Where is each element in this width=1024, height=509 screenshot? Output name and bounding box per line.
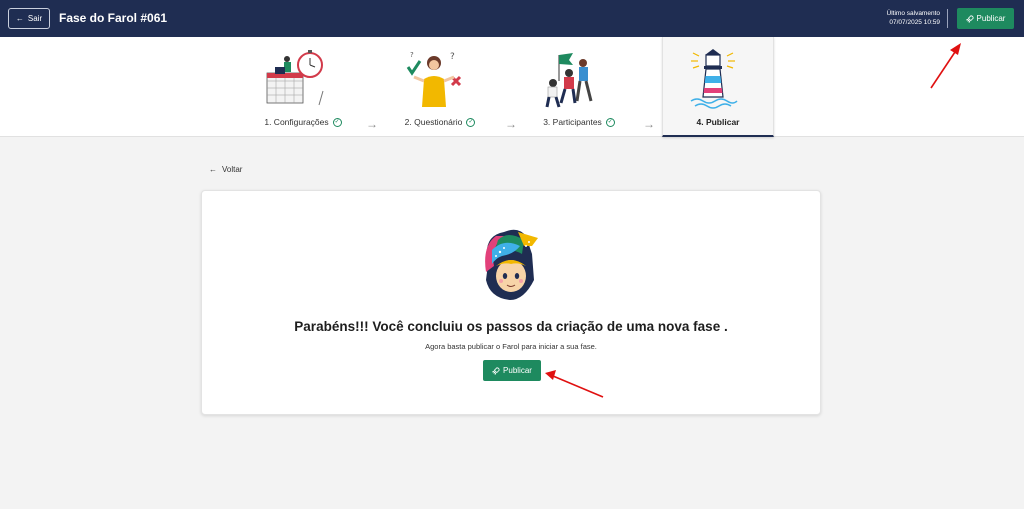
team-flag-illustration bbox=[545, 53, 593, 108]
publish-label-header: Publicar bbox=[976, 14, 1006, 23]
publish-label: Publicar bbox=[503, 366, 532, 375]
top-bar: ← Sair Fase do Farol #061 Último salvame… bbox=[0, 0, 1024, 37]
step-label: 3. Participantes ✓ bbox=[543, 117, 615, 127]
arrow-right-icon: → bbox=[643, 117, 655, 131]
arrow-right-icon: → bbox=[505, 117, 517, 131]
arrow-left-icon: ← bbox=[15, 14, 24, 23]
calendar-clock-illustration bbox=[266, 50, 324, 106]
back-link[interactable]: ← Voltar bbox=[209, 165, 242, 174]
step-label: 1. Configurações ✓ bbox=[264, 117, 342, 127]
last-save-info: Último salvamento 07/07/2025 10:59 bbox=[887, 9, 940, 27]
arrow-right-icon: → bbox=[366, 117, 378, 131]
step-questionario[interactable]: ? ? 2. Questionário ✓ bbox=[384, 37, 496, 137]
last-save-label: Último salvamento bbox=[886, 10, 940, 17]
woman-choice-illustration: ? ? bbox=[406, 51, 462, 107]
svg-text:?: ? bbox=[450, 52, 455, 62]
exit-label: Sair bbox=[27, 14, 43, 23]
page-title: Fase do Farol #061 bbox=[59, 11, 168, 25]
step-label: 2. Questionário ✓ bbox=[404, 117, 476, 127]
success-title: Parabéns!!! Você concluiu os passos da c… bbox=[294, 319, 728, 334]
arrow-left-icon: ← bbox=[209, 165, 217, 174]
check-circle-icon: ✓ bbox=[466, 117, 476, 127]
step-participantes[interactable]: 3. Participantes ✓ bbox=[523, 37, 635, 137]
publish-button-header[interactable]: Publicar bbox=[957, 8, 1014, 29]
step-configuracoes[interactable]: 1. Configurações ✓ bbox=[247, 37, 359, 137]
header-divider bbox=[947, 9, 948, 28]
success-card: Parabéns!!! Você concluiu os passos da c… bbox=[201, 190, 821, 415]
step-label: 4. Publicar bbox=[696, 117, 740, 127]
rocket-icon bbox=[965, 14, 974, 23]
step-publicar[interactable]: 4. Publicar bbox=[662, 37, 774, 137]
rocket-icon bbox=[492, 366, 500, 375]
back-label: Voltar bbox=[222, 165, 243, 174]
exit-button[interactable]: ← Sair bbox=[8, 8, 50, 29]
mascot-illustration bbox=[485, 229, 538, 300]
check-circle-icon: ✓ bbox=[332, 117, 342, 127]
check-circle-icon: ✓ bbox=[605, 117, 615, 127]
last-save-time: 07/07/2025 10:59 bbox=[889, 19, 940, 26]
stepper: 1. Configurações ✓ → ? ? 2. Questionário… bbox=[0, 37, 1024, 137]
success-subtitle: Agora basta publicar o Farol para inicia… bbox=[425, 342, 597, 351]
svg-text:?: ? bbox=[410, 51, 414, 59]
lighthouse-illustration bbox=[690, 49, 738, 109]
publish-button[interactable]: Publicar bbox=[483, 360, 541, 381]
